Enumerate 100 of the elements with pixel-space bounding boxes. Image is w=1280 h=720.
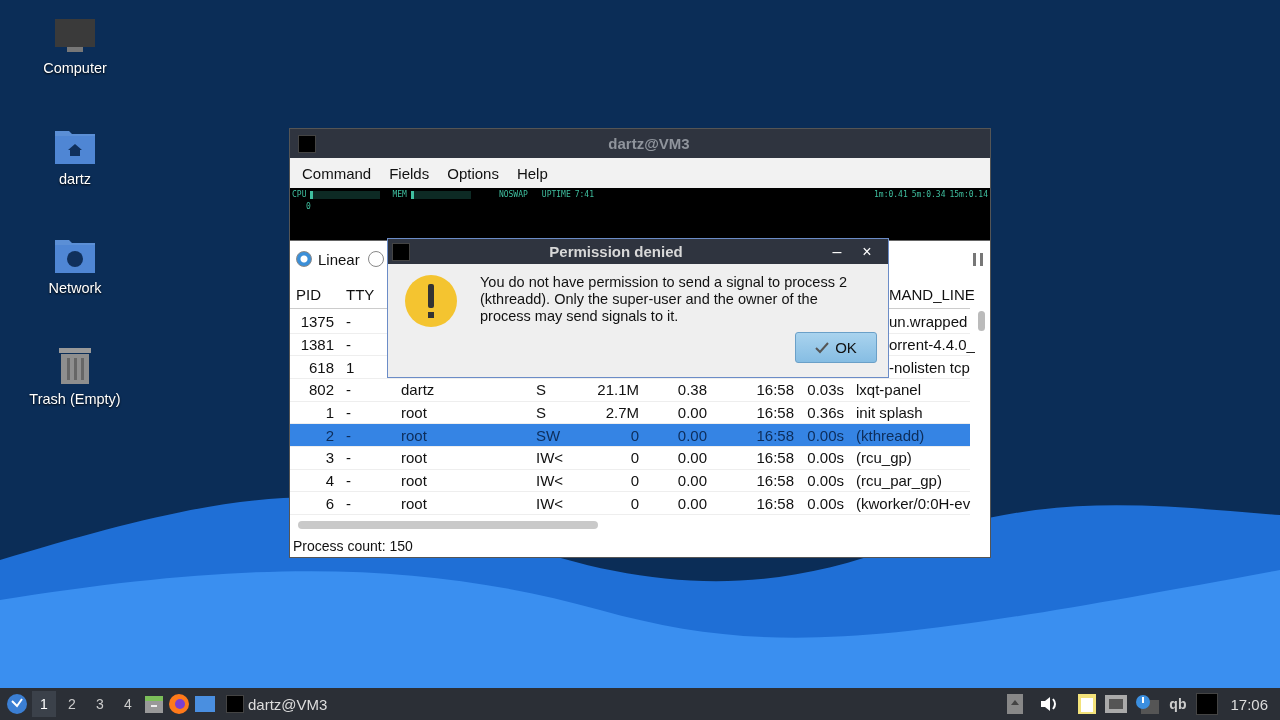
ok-button[interactable]: OK [795,332,877,363]
table-cell-text: SW [535,426,562,444]
table-cell-text: 0.00s [806,472,845,490]
table-cell-text: (rcu_par_gp) [855,472,943,490]
terminal-icon [392,242,410,261]
table-cell-text: S [535,404,547,421]
table-cell-text: 16:58 [755,426,795,444]
scrollbar-thumb[interactable] [978,311,985,331]
table-cell-text: 6 [324,494,335,512]
table-cell-text: 2.7M [604,404,640,421]
scrollbar-thumb[interactable] [298,521,598,529]
table-cell-text: - [345,313,352,331]
desktop-icon-label: Computer [43,60,107,76]
table-cell-text: (kworker/0:0H-ev [855,494,971,512]
status-text: Process count: 150 [292,537,414,556]
table-cell-text: - [345,449,352,467]
check-icon [815,341,830,354]
start-menu-icon[interactable] [6,693,28,715]
table-cell-text: 802 [307,381,335,399]
notes-icon[interactable] [1077,693,1098,715]
table-cell-text: 1375 [299,313,335,331]
pause-icon[interactable] [972,252,984,266]
table-cell-text: 0 [629,449,640,467]
window-icon[interactable] [194,695,216,713]
browser-icon[interactable] [168,693,190,715]
menu-item[interactable]: Help [507,164,557,182]
workspace-button[interactable]: 1 [32,691,56,717]
table-cell-text: 0.03s [806,381,845,399]
terminal-icon [298,134,316,153]
workspace-button[interactable]: 2 [60,691,84,717]
close-button[interactable]: × [852,242,882,261]
monitor-icon [54,18,96,54]
table-cell-text: un.wrapped [888,313,969,331]
process-row[interactable]: 6 - root IW< 0 0.00 16:58 0.00s (kworker/0:0H-ev [290,492,970,515]
table-cell-text: 0.00 [676,426,708,444]
process-row[interactable]: 4 - root IW< 0 0.00 16:58 0.00s (rcu_par_gp) [290,469,970,493]
table-cell-text: init splash [855,404,924,421]
table-cell-text: 0.00s [806,494,845,512]
table-cell-text: 16:58 [755,472,795,490]
menu-item[interactable]: Fields [380,164,439,182]
table-cell-text: 0.00 [676,404,708,421]
table-cell-text: 16:58 [755,494,795,512]
table-cell-text: 0.00s [806,449,845,467]
menu-item[interactable]: Command [293,164,381,182]
tray-app[interactable]: qb [1169,696,1187,712]
process-row[interactable]: 3 - root IW< 0 0.00 16:58 0.00s (rcu_gp) [290,447,970,470]
meter-drawing [310,191,381,199]
minimize-button[interactable]: – [822,242,852,261]
desktop-icon-label: dartz [58,171,92,187]
table-cell-text: 0.36s [806,404,845,421]
table-cell-text: 16:58 [755,381,795,399]
meter-drawing [410,191,471,199]
window-title: dartz@VM3 [607,135,691,152]
table-cell-text: 1381 [299,336,335,353]
clock: 17:06 [1230,695,1268,713]
cpu-label: CPU [292,191,307,199]
radio-label: Linear [318,250,360,268]
network-icon[interactable] [1105,695,1128,713]
table-cell-text: - [345,404,352,421]
table-cell-text: (kthreadd) [855,426,926,444]
table-cell-text: (rcu_gp) [855,449,913,467]
process-row[interactable]: 2 - root SW 0 0.00 16:58 0.00s (kthreadd) [290,424,970,448]
workspace-button[interactable]: 3 [88,691,112,717]
desktop-icon-label: Trash (Empty) [29,391,121,407]
eject-icon[interactable] [1007,694,1024,714]
table-cell-text: - [345,381,352,399]
warning-icon [404,274,458,328]
load-average: 5m:0.34 [911,191,946,199]
taskbar-task[interactable]: dartz@VM3 [220,694,334,714]
column-header: MAND_LINE [888,286,975,303]
workspace-button[interactable]: 4 [116,691,140,717]
table-cell-text: 0.00 [676,449,708,467]
cpu-scale: 0 [306,203,311,211]
table-cell-text: 0.38 [676,381,708,399]
process-row[interactable]: 802 - dartz S 21.1M 0.38 16:58 0.03s lxqt-panel [290,379,970,402]
table-cell-text: IW< [535,472,565,490]
dialog-title: Permission denied [548,243,684,260]
radio-button[interactable] [296,251,312,267]
table-cell-text: 0 [629,472,640,490]
radio-button[interactable] [367,251,384,267]
table-cell-text: root [400,472,428,490]
trash-icon [57,345,93,385]
table-cell-text: 3 [324,449,335,467]
update-icon[interactable] [1135,694,1160,714]
table-cell-text: root [400,449,428,467]
table-cell-text: -nolisten tcp [888,358,970,376]
table-cell-text: 21.1M [596,381,640,399]
table-cell-text: root [400,426,428,444]
table-cell-text: 0 [629,494,640,512]
table-cell-text: 0.00 [676,472,708,490]
table-cell-text: 0.00s [806,426,845,444]
table-cell-text: 618 [307,358,335,376]
swap-label: NOSWAP [498,191,528,199]
column-header: PID [295,286,322,303]
file-manager-icon[interactable] [144,694,164,714]
uptime-label: UPTIME [541,191,571,199]
table-cell-text: IW< [535,449,565,467]
load-average: 15m:0.14 [949,191,988,199]
menu-item[interactable]: Options [438,164,508,182]
table-cell-text: IW< [535,494,565,512]
